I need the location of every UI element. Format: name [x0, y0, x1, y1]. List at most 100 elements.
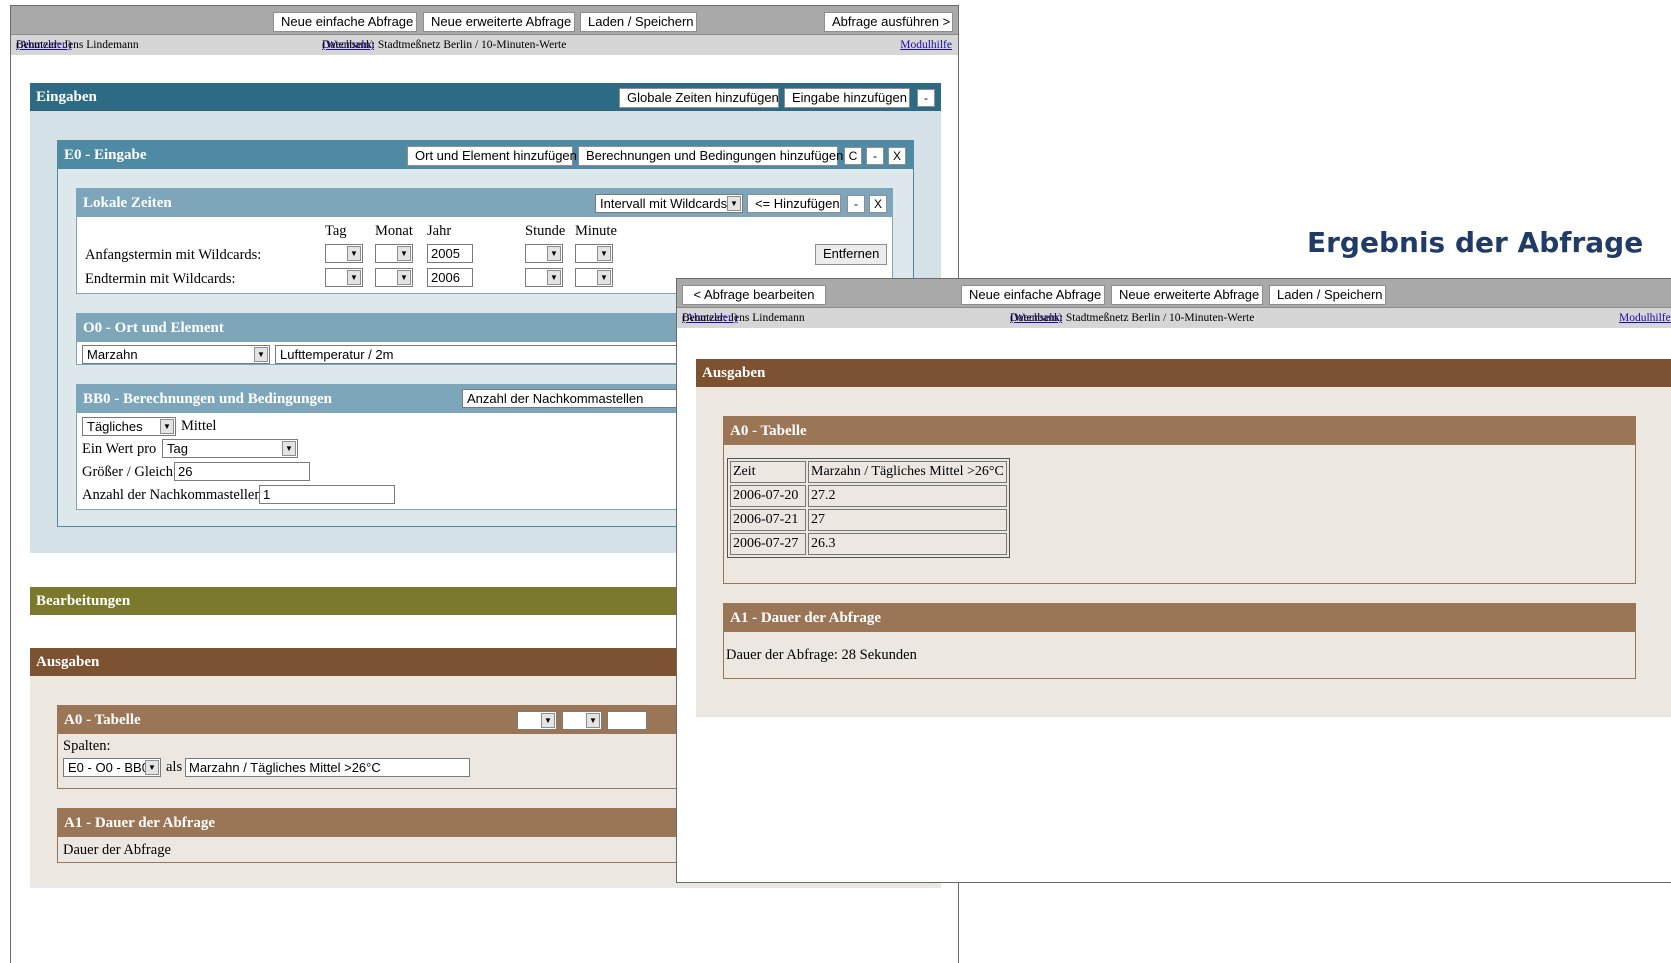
load-save-button[interactable]: Laden / Speichern: [580, 12, 697, 32]
a1-text: Dauer der Abfrage: [63, 842, 171, 858]
col-tag-label: Tag: [325, 223, 347, 239]
add-global-times-button[interactable]: Globale Zeiten hinzufügen: [619, 88, 779, 108]
ausgaben-title: Ausgaben: [36, 654, 100, 670]
collapse-local-times-button[interactable]: -: [847, 195, 865, 213]
chevron-down-icon: ▼: [397, 270, 411, 285]
o0-title: O0 - Ort und Element: [83, 320, 224, 336]
element-select[interactable]: Lufttemperatur / 2m: [275, 345, 695, 364]
result-ausgaben-title: Ausgaben: [702, 365, 766, 381]
close-input-button[interactable]: X: [888, 147, 906, 165]
aggregation-suffix: Mittel: [181, 418, 217, 434]
col-stunde-label: Stunde: [525, 223, 566, 239]
start-day-select[interactable]: ▼: [325, 244, 363, 263]
a0-option-select-3[interactable]: [607, 711, 647, 730]
start-minute-select[interactable]: ▼: [575, 244, 613, 263]
table-header-cell: Marzahn / Tägliches Mittel >26°C: [808, 461, 1007, 483]
load-save-button[interactable]: Laden / Speichern: [1269, 285, 1386, 305]
place-select[interactable]: Marzahn ▼: [82, 345, 270, 364]
start-month-select[interactable]: ▼: [375, 244, 413, 263]
a0-option-select-1[interactable]: ▼: [517, 711, 557, 730]
column-source-select[interactable]: E0 - O0 - BB0 ▼: [63, 758, 161, 777]
copy-input-button[interactable]: C: [844, 147, 862, 165]
chevron-down-icon: ▼: [347, 246, 361, 261]
new-extended-query-button[interactable]: Neue erweiterte Abfrage: [1111, 285, 1263, 305]
ge-label: Größer / Gleich: [82, 464, 173, 480]
database-label: Datenbank: Stadtmeßnetz Berlin / 10-Minu…: [1010, 312, 1255, 324]
user-label: Benutzer: Jens Lindemann: [682, 312, 805, 324]
start-hour-select[interactable]: ▼: [525, 244, 563, 263]
chevron-down-icon: ▼: [397, 246, 411, 261]
result-table: Zeit Marzahn / Tägliches Mittel >26°C 20…: [727, 458, 1010, 558]
bb0-type-select[interactable]: Anzahl der Nachkommastellen: [462, 389, 682, 408]
chevron-down-icon: ▼: [727, 196, 741, 211]
new-simple-query-button[interactable]: Neue einfache Abfrage: [273, 12, 417, 32]
collapse-eingaben-button[interactable]: -: [917, 89, 935, 107]
aggregation-select[interactable]: Tägliches ▼: [82, 417, 176, 436]
end-minute-select[interactable]: ▼: [575, 268, 613, 287]
chevron-down-icon: ▼: [254, 347, 268, 362]
chevron-down-icon: ▼: [597, 270, 611, 285]
result-toolbar: < Abfrage bearbeiten Neue einfache Abfra…: [677, 279, 1671, 308]
chevron-down-icon: ▼: [597, 246, 611, 261]
table-header-row: Zeit Marzahn / Tägliches Mittel >26°C: [730, 461, 1007, 483]
local-times-title: Lokale Zeiten: [83, 195, 172, 211]
end-date-label: Endtermin mit Wildcards:: [85, 271, 236, 287]
table-cell: 27: [808, 509, 1007, 531]
new-extended-query-button[interactable]: Neue erweiterte Abfrage: [423, 12, 575, 32]
collapse-input-button[interactable]: -: [866, 147, 884, 165]
columns-label: Spalten:: [63, 738, 111, 754]
decimals-input[interactable]: 1: [259, 485, 395, 504]
chevron-down-icon: ▼: [547, 246, 561, 261]
end-hour-select[interactable]: ▼: [525, 268, 563, 287]
table-row: 2006-07-27 26.3: [730, 533, 1007, 555]
add-place-element-button[interactable]: Ort und Element hinzufügen: [407, 146, 577, 166]
ge-input[interactable]: 26: [174, 462, 310, 481]
result-status-bar: Benutzer: Jens Lindemann (Abmelden) Date…: [677, 308, 1671, 328]
end-month-select[interactable]: ▼: [375, 268, 413, 287]
result-a0-header: A0 - Tabelle: [724, 417, 1635, 445]
eingaben-title: Eingaben: [36, 89, 97, 105]
bb0-title: BB0 - Berechnungen und Bedingungen: [83, 391, 332, 407]
module-help-link[interactable]: Modulhilfe: [900, 39, 952, 51]
time-mode-select[interactable]: Intervall mit Wildcards ▼: [595, 194, 743, 213]
table-cell: 2006-07-21: [730, 509, 806, 531]
chevron-down-icon: ▼: [586, 713, 600, 728]
chevron-down-icon: ▼: [282, 441, 296, 456]
bearbeitungen-title: Bearbeitungen: [36, 593, 131, 609]
add-calculations-button[interactable]: Berechnungen und Bedingungen hinzufügen: [578, 146, 843, 166]
table-cell: 2006-07-20: [730, 485, 806, 507]
edit-query-button[interactable]: < Abfrage bearbeiten: [682, 285, 826, 305]
start-year-input[interactable]: 2005: [427, 244, 473, 263]
add-time-button[interactable]: <= Hinzufügen: [747, 194, 841, 213]
query-toolbar: Neue einfache Abfrage Neue erweiterte Ab…: [11, 6, 958, 35]
end-year-input[interactable]: 2006: [427, 268, 473, 287]
result-a1-panel: A1 - Dauer der Abfrage Dauer der Abfrage…: [723, 603, 1636, 679]
per-select[interactable]: Tag ▼: [162, 439, 298, 458]
column-name-input[interactable]: Marzahn / Tägliches Mittel >26°C: [185, 758, 470, 777]
add-input-button[interactable]: Eingabe hinzufügen: [784, 88, 910, 108]
new-simple-query-button[interactable]: Neue einfache Abfrage: [961, 285, 1105, 305]
table-row: 2006-07-21 27: [730, 509, 1007, 531]
database-label: Datenbank: Stadtmeßnetz Berlin / 10-Minu…: [322, 39, 567, 51]
chevron-down-icon: ▼: [347, 270, 361, 285]
per-label: Ein Wert pro: [82, 441, 157, 457]
query-status-bar: Benutzer: Jens Lindemann (Abmelden) Date…: [11, 35, 958, 55]
decimals-label: Anzahl der Nachkommastellen: [82, 487, 262, 503]
chevron-down-icon: ▼: [145, 760, 159, 775]
close-local-times-button[interactable]: X: [869, 195, 887, 213]
user-label: Benutzer: Jens Lindemann: [16, 39, 139, 51]
result-ausgaben-panel: Ausgaben A0 - Tabelle Zeit Marzahn / Täg…: [696, 359, 1671, 717]
e0-title: E0 - Eingabe: [64, 147, 147, 163]
result-ausgaben-header: Ausgaben: [696, 359, 1671, 387]
execute-query-button[interactable]: Abfrage ausführen >: [824, 12, 953, 32]
col-monat-label: Monat: [375, 223, 413, 239]
table-cell: 26.3: [808, 533, 1007, 555]
result-a0-panel: A0 - Tabelle Zeit Marzahn / Tägliches Mi…: [723, 416, 1636, 584]
a0-option-select-2[interactable]: ▼: [562, 711, 602, 730]
a0-title: A0 - Tabelle: [64, 712, 141, 728]
module-help-link[interactable]: Modulhilfe: [1619, 312, 1671, 324]
table-cell: 2006-07-27: [730, 533, 806, 555]
result-a1-title: A1 - Dauer der Abfrage: [730, 610, 882, 626]
end-day-select[interactable]: ▼: [325, 268, 363, 287]
remove-time-button[interactable]: Entfernen: [815, 244, 887, 265]
